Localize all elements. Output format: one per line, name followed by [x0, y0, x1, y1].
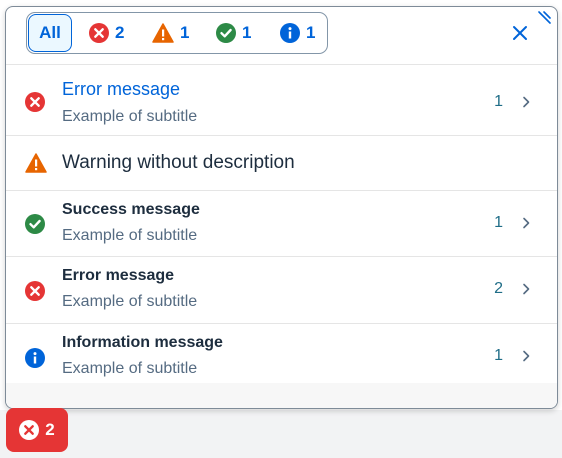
filter-warning-button[interactable]: 1	[152, 13, 189, 53]
message-subtitle: Example of subtitle	[62, 293, 198, 310]
warning-icon	[25, 153, 47, 173]
filter-information-count: 1	[306, 23, 316, 42]
message-count: 1	[494, 347, 503, 364]
chevron-right-icon	[523, 283, 530, 295]
message-item-error[interactable]: Error message Example of subtitle 1	[6, 65, 557, 136]
error-icon	[25, 92, 45, 112]
filter-information-button[interactable]: 1	[280, 13, 315, 53]
popover-footer	[6, 383, 557, 408]
close-icon[interactable]	[511, 24, 529, 42]
message-title: Information message	[62, 334, 223, 351]
chevron-right-icon	[523, 217, 530, 229]
information-icon	[280, 23, 300, 43]
message-title: Warning without description	[62, 152, 295, 173]
filter-warning-count: 1	[180, 23, 190, 42]
error-icon	[19, 420, 40, 440]
message-item-error[interactable]: Error message Example of subtitle 2	[6, 257, 557, 324]
success-icon	[25, 214, 45, 234]
message-item-information[interactable]: Information message Example of subtitle …	[6, 324, 557, 391]
message-count: 2	[494, 280, 503, 297]
filter-error-button[interactable]: 2	[89, 13, 124, 53]
error-icon	[89, 23, 109, 43]
popover-header: All 2 1 1 1	[6, 7, 557, 65]
chevron-right-icon	[523, 96, 530, 108]
message-popover-trigger-button[interactable]: 2	[6, 408, 68, 452]
message-popover: All 2 1 1 1 Error message Example of sub…	[5, 6, 558, 409]
message-subtitle: Example of subtitle	[62, 108, 198, 125]
filter-success-count: 1	[242, 23, 252, 42]
message-title[interactable]: Error message	[62, 79, 180, 100]
error-icon	[25, 281, 45, 301]
message-subtitle: Example of subtitle	[62, 227, 198, 244]
message-count: 1	[494, 214, 503, 231]
information-icon	[25, 348, 45, 368]
success-icon	[216, 23, 236, 43]
warning-icon	[152, 23, 174, 43]
chevron-right-icon	[523, 350, 530, 362]
message-title: Success message	[62, 201, 200, 218]
trigger-error-count: 2	[45, 420, 55, 439]
message-list: Error message Example of subtitle 1 Warn…	[6, 65, 557, 391]
filter-error-count: 2	[115, 23, 125, 42]
message-item-success[interactable]: Success message Example of subtitle 1	[6, 191, 557, 257]
message-count: 1	[494, 93, 503, 110]
filter-segmented-button: All 2 1 1 1	[26, 12, 328, 54]
filter-all-button[interactable]: All	[28, 14, 72, 52]
filter-all-label: All	[39, 23, 61, 42]
filter-success-button[interactable]: 1	[216, 13, 251, 53]
resize-handle-icon[interactable]	[535, 11, 551, 27]
message-subtitle: Example of subtitle	[62, 360, 198, 377]
message-title: Error message	[62, 267, 175, 284]
message-item-warning[interactable]: Warning without description	[6, 136, 557, 191]
